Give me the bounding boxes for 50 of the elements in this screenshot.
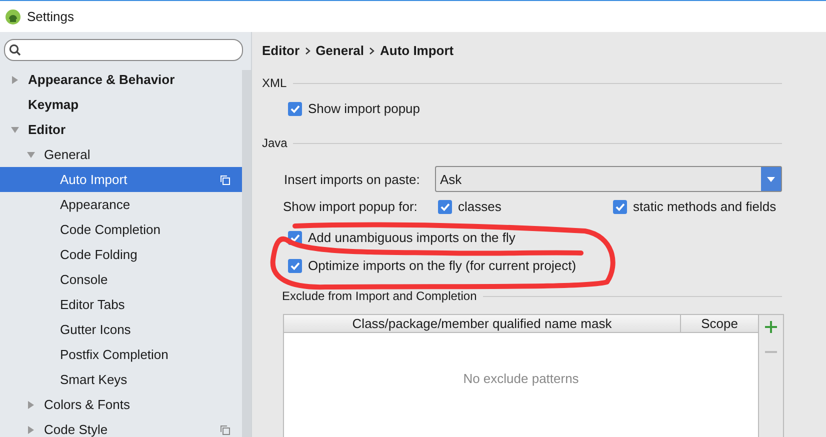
field-label: Show import popup for: (283, 199, 418, 214)
checkbox-label: Add unambiguous imports on the fly (308, 230, 516, 245)
checkbox[interactable] (288, 102, 302, 116)
search-icon (9, 44, 21, 56)
window-title: Settings (27, 9, 74, 24)
checkbox-label: static methods and fields (633, 199, 776, 214)
expanded-arrow-icon[interactable] (26, 150, 36, 160)
checkbox[interactable] (288, 258, 302, 272)
tree-item[interactable]: Appearance & Behavior (0, 67, 242, 92)
breadcrumb-item: Editor (262, 43, 300, 58)
checkbox[interactable] (438, 200, 452, 214)
tree-item[interactable]: Colors & Fonts (0, 392, 242, 417)
empty-message: No exclude patterns (463, 371, 579, 388)
checkbox[interactable] (613, 200, 627, 214)
tree-item[interactable]: Editor Tabs (0, 292, 242, 317)
collapsed-arrow-icon[interactable] (10, 74, 20, 84)
chevron-icon (304, 46, 311, 54)
tree-item[interactable]: Keymap (0, 92, 242, 117)
collapsed-arrow-icon[interactable] (26, 424, 36, 434)
expanded-arrow-icon[interactable] (10, 124, 20, 134)
section-title: Java (262, 136, 288, 150)
column-header[interactable]: Class/package/member qualified name mask (284, 315, 681, 332)
tree-item[interactable]: Appearance (0, 192, 242, 217)
tree-item[interactable]: Gutter Icons (0, 317, 242, 342)
add-icon[interactable] (764, 320, 778, 334)
breadcrumb-item: General (316, 43, 364, 58)
checkbox-label: Show import popup (308, 101, 420, 116)
collapsed-arrow-icon[interactable] (26, 400, 36, 410)
tree-item[interactable]: Code Completion (0, 217, 242, 242)
checkbox-label: Optimize imports on the fly (for current project) (308, 258, 576, 273)
checkbox-label: classes (458, 199, 502, 214)
tree-item[interactable]: Code Folding (0, 242, 242, 267)
tree-item[interactable]: Console (0, 267, 242, 292)
breadcrumb-item: Auto Import (380, 43, 454, 58)
tree-item[interactable]: General (0, 142, 242, 167)
tree-item[interactable]: Editor (0, 117, 242, 142)
scrollbar[interactable] (242, 70, 251, 437)
android-icon (5, 8, 21, 24)
chevron-icon (368, 46, 375, 54)
tree-item[interactable]: Auto Import (0, 167, 242, 192)
search-field[interactable] (4, 39, 243, 61)
section-title: Exclude from Import and Completion (282, 289, 477, 303)
tree-item[interactable]: Code Style (0, 417, 242, 437)
tree-item[interactable]: Smart Keys (0, 367, 242, 392)
column-header[interactable]: Scope (681, 315, 758, 332)
tree-item[interactable]: Postfix Completion (0, 342, 242, 367)
dropdown[interactable]: Ask (435, 166, 782, 192)
caret-icon (766, 174, 776, 184)
field-label: Insert imports on paste: (284, 172, 421, 186)
section-title: XML (262, 76, 287, 90)
